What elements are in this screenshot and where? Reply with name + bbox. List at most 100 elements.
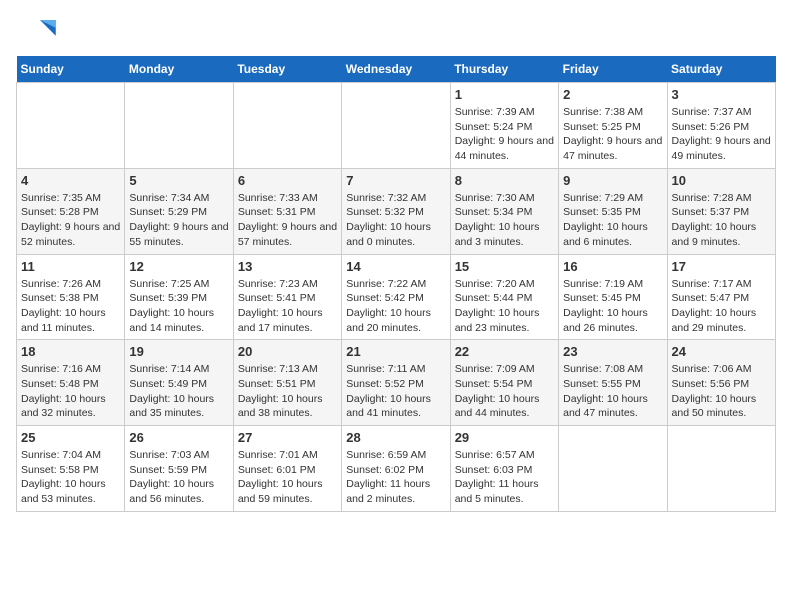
calendar-table: SundayMondayTuesdayWednesdayThursdayFrid… (16, 56, 776, 512)
day-number: 8 (455, 173, 554, 188)
day-number: 29 (455, 430, 554, 445)
calendar-cell (233, 83, 341, 169)
day-info: Sunrise: 7:29 AM Sunset: 5:35 PM Dayligh… (563, 191, 662, 250)
day-info: Sunrise: 7:06 AM Sunset: 5:56 PM Dayligh… (672, 362, 771, 421)
calendar-cell: 12 Sunrise: 7:25 AM Sunset: 5:39 PM Dayli… (125, 254, 233, 340)
day-info: Sunrise: 7:13 AM Sunset: 5:51 PM Dayligh… (238, 362, 337, 421)
day-info: Sunrise: 7:04 AM Sunset: 5:58 PM Dayligh… (21, 448, 120, 507)
weekday-header-cell: Sunday (17, 56, 125, 83)
day-number: 12 (129, 259, 228, 274)
calendar-cell (342, 83, 450, 169)
calendar-cell: 13 Sunrise: 7:23 AM Sunset: 5:41 PM Dayli… (233, 254, 341, 340)
calendar-cell: 20 Sunrise: 7:13 AM Sunset: 5:51 PM Dayli… (233, 340, 341, 426)
day-number: 21 (346, 344, 445, 359)
calendar-cell: 5Sunrise: 7:34 AM Sunset: 5:29 PM Daylig… (125, 168, 233, 254)
page-header (16, 16, 776, 46)
day-number: 3 (672, 87, 771, 102)
day-info: Sunrise: 7:33 AM Sunset: 5:31 PM Dayligh… (238, 191, 337, 250)
day-number: 15 (455, 259, 554, 274)
day-info: Sunrise: 7:39 AM Sunset: 5:24 PM Dayligh… (455, 105, 554, 164)
calendar-cell (559, 426, 667, 512)
day-number: 9 (563, 173, 662, 188)
weekday-header-cell: Friday (559, 56, 667, 83)
day-info: Sunrise: 7:20 AM Sunset: 5:44 PM Dayligh… (455, 277, 554, 336)
calendar-cell: 9 Sunrise: 7:29 AM Sunset: 5:35 PM Daylig… (559, 168, 667, 254)
day-number: 18 (21, 344, 120, 359)
calendar-cell: 2Sunrise: 7:38 AM Sunset: 5:25 PM Daylig… (559, 83, 667, 169)
day-number: 24 (672, 344, 771, 359)
calendar-cell: 23 Sunrise: 7:08 AM Sunset: 5:55 PM Dayli… (559, 340, 667, 426)
day-number: 23 (563, 344, 662, 359)
calendar-cell: 10 Sunrise: 7:28 AM Sunset: 5:37 PM Dayli… (667, 168, 775, 254)
day-number: 26 (129, 430, 228, 445)
calendar-cell: 16 Sunrise: 7:19 AM Sunset: 5:45 PM Dayli… (559, 254, 667, 340)
calendar-cell: 15 Sunrise: 7:20 AM Sunset: 5:44 PM Dayli… (450, 254, 558, 340)
day-number: 7 (346, 173, 445, 188)
weekday-header-cell: Saturday (667, 56, 775, 83)
calendar-cell: 6 Sunrise: 7:33 AM Sunset: 5:31 PM Daylig… (233, 168, 341, 254)
day-number: 11 (21, 259, 120, 274)
day-info: Sunrise: 7:11 AM Sunset: 5:52 PM Dayligh… (346, 362, 445, 421)
day-number: 13 (238, 259, 337, 274)
day-info: Sunrise: 7:32 AM Sunset: 5:32 PM Dayligh… (346, 191, 445, 250)
weekday-header-row: SundayMondayTuesdayWednesdayThursdayFrid… (17, 56, 776, 83)
day-number: 27 (238, 430, 337, 445)
calendar-cell: 17Sunrise: 7:17 AM Sunset: 5:47 PM Dayli… (667, 254, 775, 340)
calendar-cell: 3 Sunrise: 7:37 AM Sunset: 5:26 PM Daylig… (667, 83, 775, 169)
calendar-cell: 26 Sunrise: 7:03 AM Sunset: 5:59 PM Dayli… (125, 426, 233, 512)
day-info: Sunrise: 6:59 AM Sunset: 6:02 PM Dayligh… (346, 448, 445, 507)
day-info: Sunrise: 7:22 AM Sunset: 5:42 PM Dayligh… (346, 277, 445, 336)
day-info: Sunrise: 7:37 AM Sunset: 5:26 PM Dayligh… (672, 105, 771, 164)
day-info: Sunrise: 7:08 AM Sunset: 5:55 PM Dayligh… (563, 362, 662, 421)
day-info: Sunrise: 7:35 AM Sunset: 5:28 PM Dayligh… (21, 191, 120, 250)
day-info: Sunrise: 7:03 AM Sunset: 5:59 PM Dayligh… (129, 448, 228, 507)
calendar-cell: 7 Sunrise: 7:32 AM Sunset: 5:32 PM Daylig… (342, 168, 450, 254)
day-number: 22 (455, 344, 554, 359)
calendar-cell: 18 Sunrise: 7:16 AM Sunset: 5:48 PM Dayli… (17, 340, 125, 426)
day-info: Sunrise: 7:14 AM Sunset: 5:49 PM Dayligh… (129, 362, 228, 421)
calendar-cell: 28 Sunrise: 6:59 AM Sunset: 6:02 PM Dayli… (342, 426, 450, 512)
calendar-week-row: 18 Sunrise: 7:16 AM Sunset: 5:48 PM Dayli… (17, 340, 776, 426)
calendar-cell: 8Sunrise: 7:30 AM Sunset: 5:34 PM Daylig… (450, 168, 558, 254)
calendar-cell (667, 426, 775, 512)
day-number: 10 (672, 173, 771, 188)
calendar-cell (125, 83, 233, 169)
day-number: 6 (238, 173, 337, 188)
calendar-cell: 1 Sunrise: 7:39 AM Sunset: 5:24 PM Daylig… (450, 83, 558, 169)
calendar-cell (17, 83, 125, 169)
day-info: Sunrise: 7:01 AM Sunset: 6:01 PM Dayligh… (238, 448, 337, 507)
calendar-cell: 29 Sunrise: 6:57 AM Sunset: 6:03 PM Dayli… (450, 426, 558, 512)
day-info: Sunrise: 7:25 AM Sunset: 5:39 PM Dayligh… (129, 277, 228, 336)
day-info: Sunrise: 7:16 AM Sunset: 5:48 PM Dayligh… (21, 362, 120, 421)
day-number: 1 (455, 87, 554, 102)
day-number: 2 (563, 87, 662, 102)
calendar-cell: 11 Sunrise: 7:26 AM Sunset: 5:38 PM Dayli… (17, 254, 125, 340)
day-number: 4 (21, 173, 120, 188)
day-number: 16 (563, 259, 662, 274)
weekday-header-cell: Tuesday (233, 56, 341, 83)
day-info: Sunrise: 7:28 AM Sunset: 5:37 PM Dayligh… (672, 191, 771, 250)
calendar-week-row: 1 Sunrise: 7:39 AM Sunset: 5:24 PM Daylig… (17, 83, 776, 169)
day-info: Sunrise: 7:34 AM Sunset: 5:29 PM Dayligh… (129, 191, 228, 250)
logo (16, 16, 56, 46)
calendar-week-row: 4 Sunrise: 7:35 AM Sunset: 5:28 PM Daylig… (17, 168, 776, 254)
day-info: Sunrise: 7:26 AM Sunset: 5:38 PM Dayligh… (21, 277, 120, 336)
day-info: Sunrise: 7:23 AM Sunset: 5:41 PM Dayligh… (238, 277, 337, 336)
day-number: 20 (238, 344, 337, 359)
day-number: 28 (346, 430, 445, 445)
calendar-cell: 24 Sunrise: 7:06 AM Sunset: 5:56 PM Dayli… (667, 340, 775, 426)
day-number: 25 (21, 430, 120, 445)
calendar-cell: 25 Sunrise: 7:04 AM Sunset: 5:58 PM Dayli… (17, 426, 125, 512)
calendar-cell: 21 Sunrise: 7:11 AM Sunset: 5:52 PM Dayli… (342, 340, 450, 426)
weekday-header-cell: Wednesday (342, 56, 450, 83)
day-info: Sunrise: 6:57 AM Sunset: 6:03 PM Dayligh… (455, 448, 554, 507)
calendar-cell: 27 Sunrise: 7:01 AM Sunset: 6:01 PM Dayli… (233, 426, 341, 512)
calendar-body: 1 Sunrise: 7:39 AM Sunset: 5:24 PM Daylig… (17, 83, 776, 512)
weekday-header-cell: Thursday (450, 56, 558, 83)
calendar-cell: 22 Sunrise: 7:09 AM Sunset: 5:54 PM Dayli… (450, 340, 558, 426)
calendar-cell: 19Sunrise: 7:14 AM Sunset: 5:49 PM Dayli… (125, 340, 233, 426)
day-info: Sunrise: 7:09 AM Sunset: 5:54 PM Dayligh… (455, 362, 554, 421)
day-info: Sunrise: 7:19 AM Sunset: 5:45 PM Dayligh… (563, 277, 662, 336)
logo-icon (16, 16, 56, 46)
day-info: Sunrise: 7:17 AM Sunset: 5:47 PM Dayligh… (672, 277, 771, 336)
